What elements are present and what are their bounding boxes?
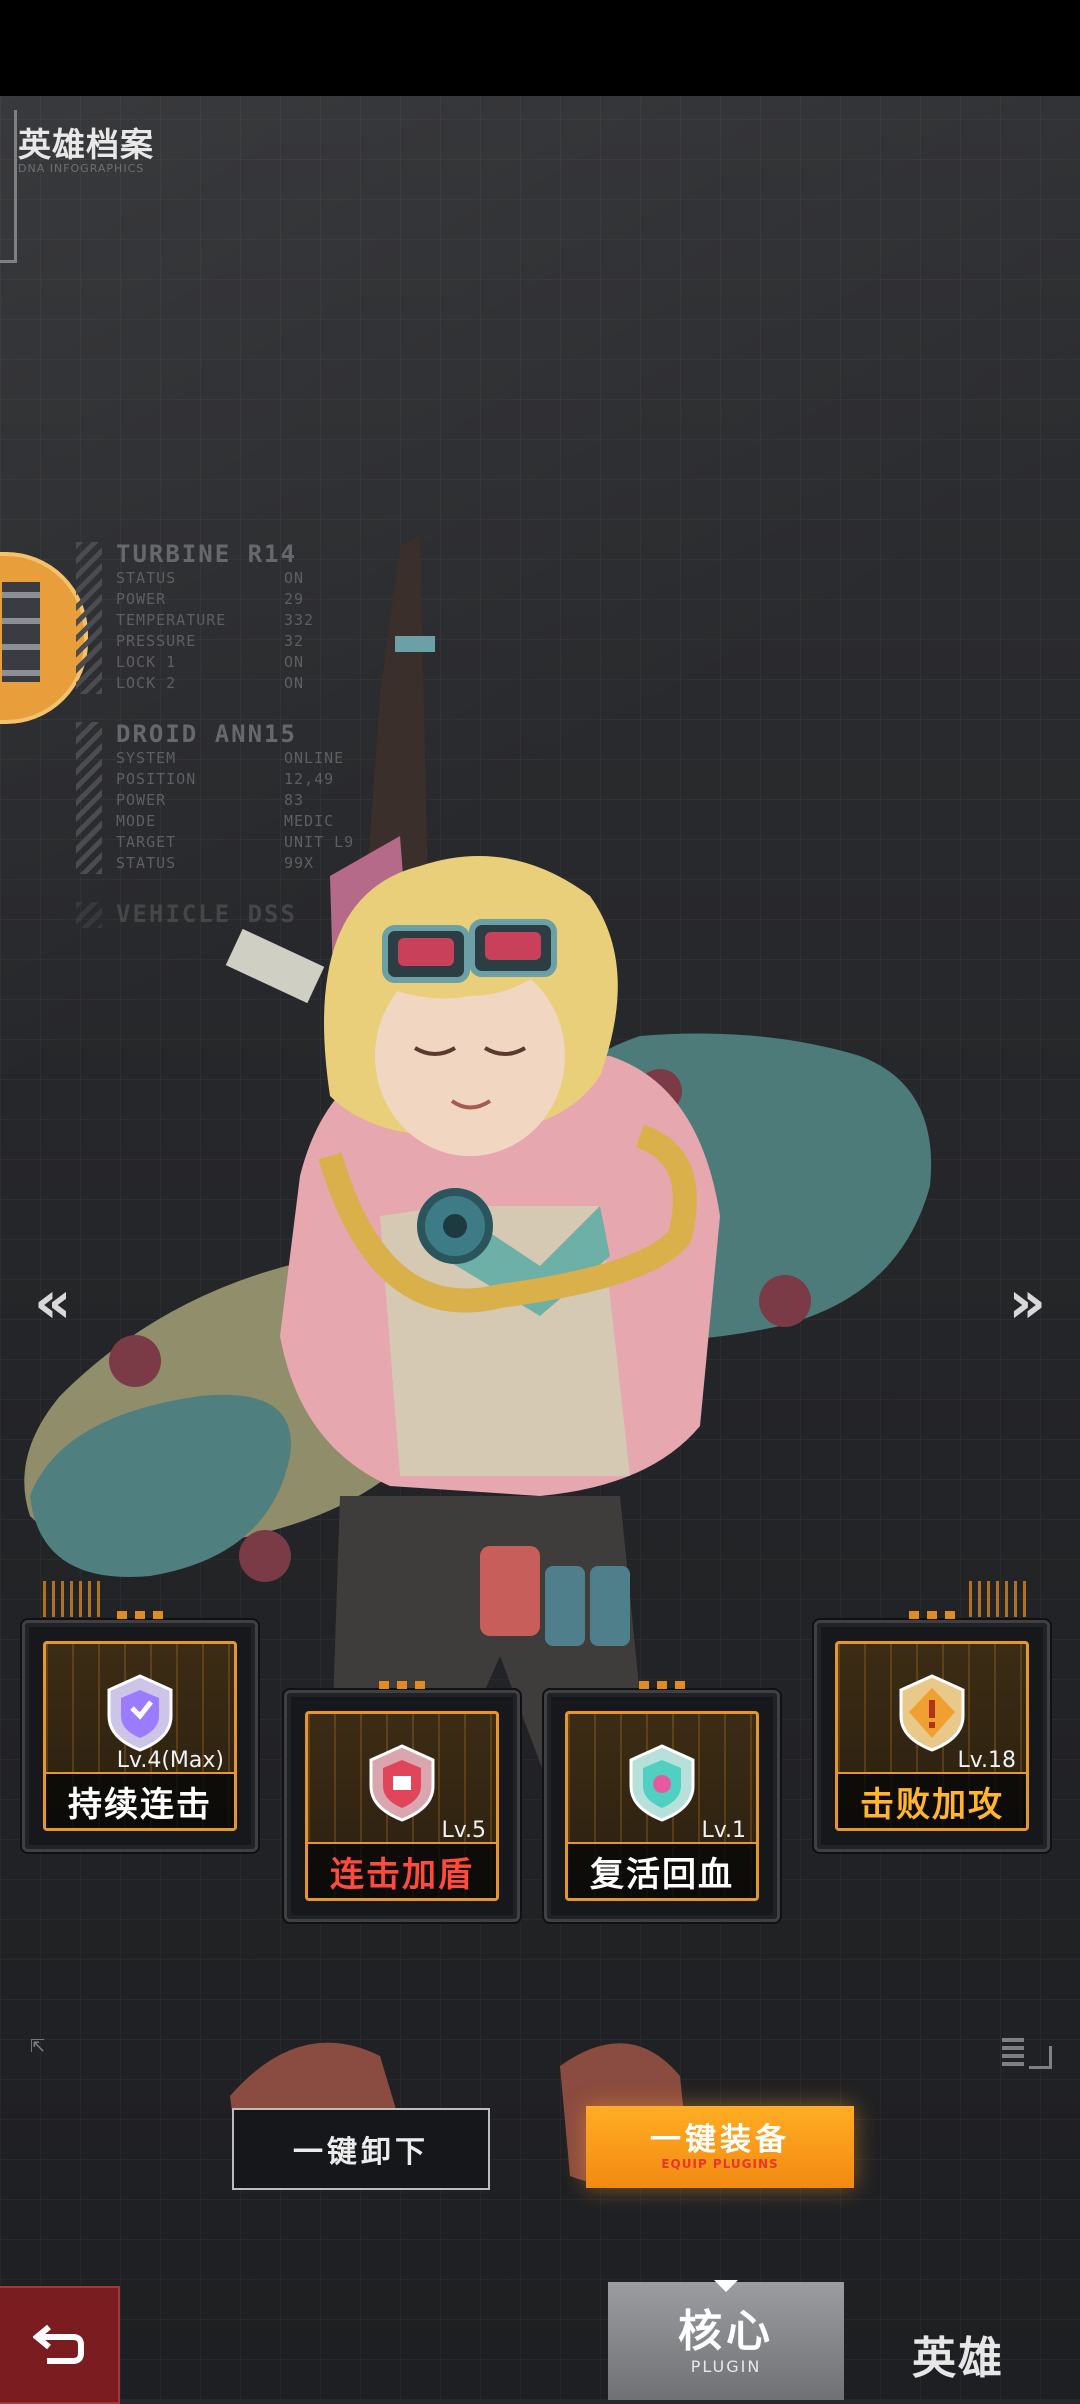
plugin-name: 击败加攻 xyxy=(838,1772,1026,1828)
hud-row: TARGET UNIT L9 xyxy=(116,833,355,851)
circuit-pins xyxy=(43,1581,103,1617)
header-bracket xyxy=(0,110,17,263)
hud-row: POWER 29 xyxy=(116,590,305,608)
slot-indicator xyxy=(117,1611,163,1619)
hud-row: POWER 83 xyxy=(116,791,305,809)
hud-row: SYSTEM ONLINE xyxy=(116,749,345,767)
hud-row: LOCK 1 ON xyxy=(116,653,305,671)
page-subtitle: DNA INFOGRAPHICS xyxy=(18,162,145,175)
expand-corner-icon: ⇱ xyxy=(30,2036,46,2057)
back-button[interactable] xyxy=(0,2286,120,2404)
page-title: 英雄档案 xyxy=(18,125,154,164)
plugin-slot[interactable]: Lv.5 连击加盾 xyxy=(284,1681,520,1922)
hero-character-illustration[interactable] xyxy=(0,96,1080,2400)
back-arrow-icon xyxy=(33,2324,84,2364)
prev-hero-arrow-icon[interactable]: « xyxy=(34,1268,71,1336)
plugin-emblem-icon xyxy=(107,1674,173,1752)
plugin-card: Lv.4(Max) 持续连击 xyxy=(43,1641,237,1831)
hud-row: PRESSURE 32 xyxy=(116,632,305,650)
plugin-card: Lv.18 击败加攻 xyxy=(835,1641,1029,1831)
plugin-level: Lv.1 xyxy=(701,1818,746,1843)
hud-row: LOCK 2 ON xyxy=(116,674,305,692)
slot-indicator xyxy=(379,1681,425,1689)
equip-all-sublabel: EQUIP PLUGINS xyxy=(661,2157,779,2171)
tab-hero[interactable]: 英雄 xyxy=(912,2322,1004,2386)
slot-indicator xyxy=(639,1681,685,1689)
hud-block: DROID ANN15 SYSTEM ONLINE POSITION 12,49 P… xyxy=(76,720,354,874)
circuit-pins xyxy=(969,1581,1029,1617)
tab-core-label: 核心 xyxy=(678,2305,774,2357)
plugin-emblem-icon xyxy=(899,1674,965,1752)
hud-row: STATUS ON xyxy=(116,569,305,587)
tab-core[interactable]: 核心 PLUGIN xyxy=(608,2282,844,2400)
hud-block: VEHICLE DSS xyxy=(76,900,354,928)
corner-bracket xyxy=(1029,2046,1052,2069)
unequip-all-button[interactable]: 一键卸下 xyxy=(232,2108,490,2190)
pixel-robot-icon xyxy=(2,582,40,682)
plugin-card: Lv.1 复活回血 xyxy=(565,1711,759,1901)
hud-readout: TURBINE R14 STATUS ON POWER 29 TEMPERATURE… xyxy=(76,540,354,954)
plugin-level: Lv.4(Max) xyxy=(116,1748,224,1773)
plugin-emblem-icon xyxy=(369,1744,435,1822)
plugin-name: 持续连击 xyxy=(46,1772,234,1828)
status-bar xyxy=(0,0,1080,96)
tab-core-sublabel: PLUGIN xyxy=(690,2356,762,2376)
page-header: 英雄档案 DNA INFOGRAPHICS xyxy=(18,118,154,175)
hud-heading: DROID ANN15 xyxy=(116,720,297,748)
hud-row: MODE MEDIC xyxy=(116,812,335,830)
plugin-name: 复活回血 xyxy=(568,1842,756,1898)
equip-all-button[interactable]: 一键装备 EQUIP PLUGINS xyxy=(586,2106,854,2188)
plugin-name: 连击加盾 xyxy=(308,1842,496,1898)
plugin-slot[interactable]: Lv.1 复活回血 xyxy=(544,1681,780,1922)
plugin-slot[interactable]: Lv.18 击败加攻 xyxy=(814,1581,1050,1852)
hud-heading: VEHICLE DSS xyxy=(116,900,297,928)
signal-bars-icon xyxy=(1002,2038,1024,2070)
hud-row: TEMPERATURE 332 xyxy=(116,611,315,629)
slot-indicator xyxy=(909,1611,955,1619)
hero-scene xyxy=(0,96,1080,2400)
hud-heading: TURBINE R14 xyxy=(116,540,297,568)
hud-row: POSITION 12,49 xyxy=(116,770,335,788)
hud-row: STATUS 99X xyxy=(116,854,315,872)
next-hero-arrow-icon[interactable]: » xyxy=(1009,1268,1046,1336)
plugin-card: Lv.5 连击加盾 xyxy=(305,1711,499,1901)
plugin-level: Lv.18 xyxy=(957,1748,1016,1773)
hud-block: TURBINE R14 STATUS ON POWER 29 TEMPERATURE… xyxy=(76,540,354,694)
plugin-slot[interactable]: Lv.4(Max) 持续连击 xyxy=(22,1581,258,1852)
plugin-level: Lv.5 xyxy=(441,1818,486,1843)
plugin-emblem-icon xyxy=(629,1744,695,1822)
equip-all-label: 一键装备 xyxy=(650,2122,790,2158)
